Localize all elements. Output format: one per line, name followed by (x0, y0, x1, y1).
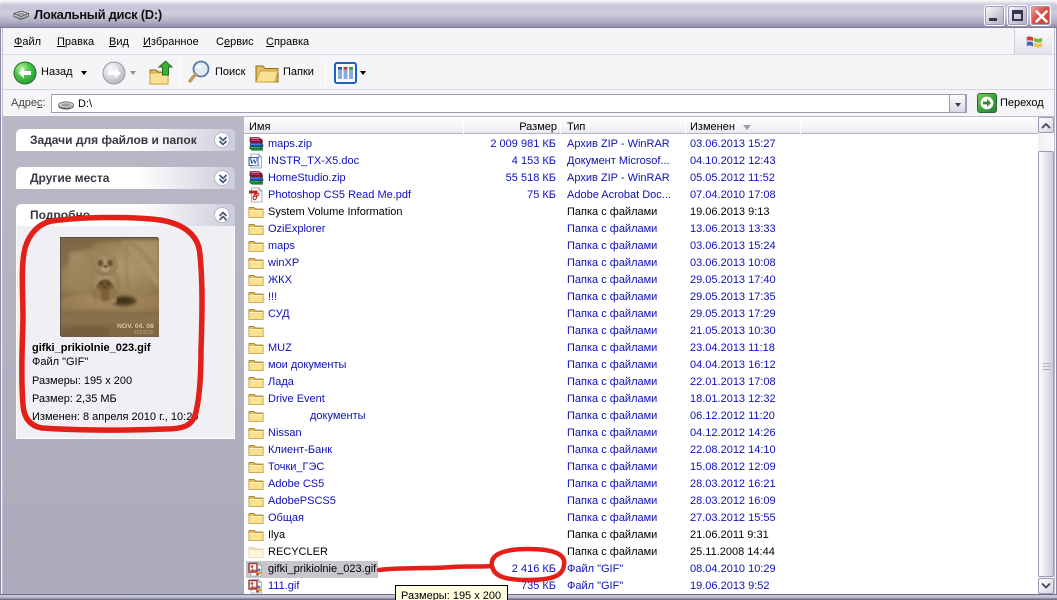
svg-text:NOV. 04. 08: NOV. 04. 08 (117, 323, 154, 330)
svg-text:4593206: 4593206 (134, 330, 154, 336)
svg-text:W: W (249, 156, 258, 166)
